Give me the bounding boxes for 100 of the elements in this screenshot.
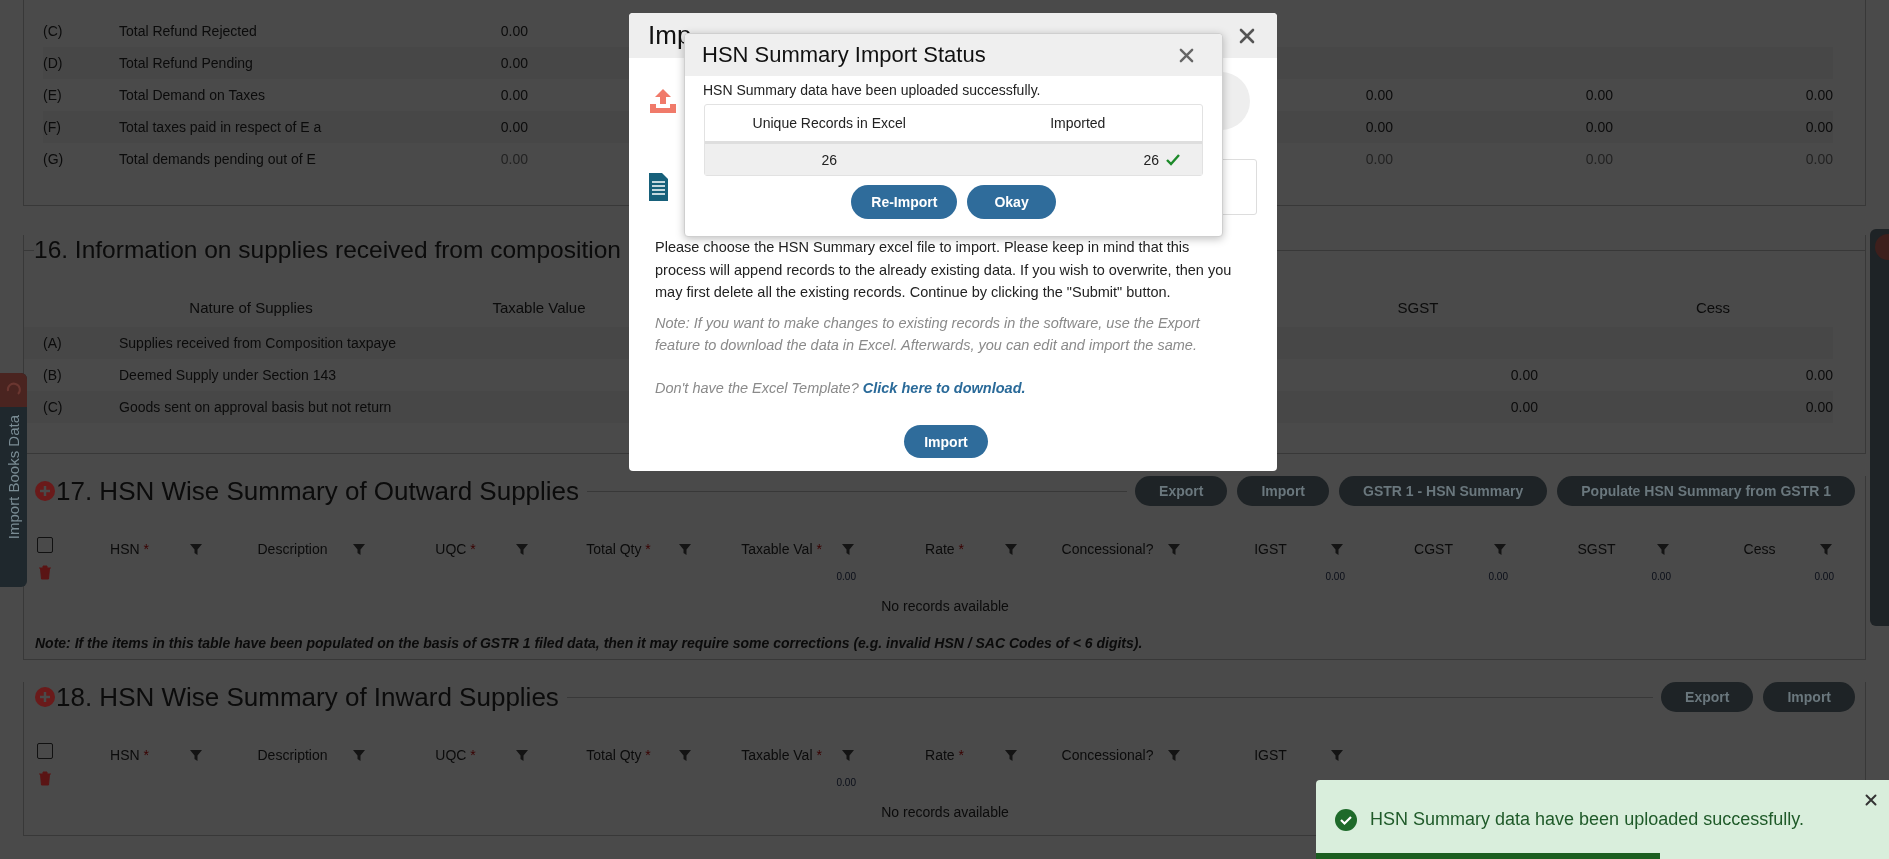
amount-cell-text: 0.00 [499, 23, 528, 39]
column-header[interactable]: Concessional? [1047, 747, 1210, 763]
row-description: Total Refund Pending [119, 55, 254, 71]
column-header: Taxable Value [491, 298, 587, 316]
column-total: 0.00 [1813, 570, 1835, 582]
section-title: 17. HSN Wise Summary of Outward Supplies [56, 475, 580, 507]
add-icon[interactable] [35, 687, 55, 707]
filter-icon[interactable] [1331, 543, 1343, 555]
column-header[interactable]: Rate * [884, 747, 1047, 763]
trash-icon[interactable] [38, 770, 52, 786]
toolbar-button[interactable]: Import [1763, 682, 1855, 712]
column-header[interactable]: CGST [1373, 541, 1536, 557]
status-message: HSN Summary data have been uploaded successfully. [702, 81, 1042, 98]
close-icon[interactable] [1239, 27, 1255, 44]
row-code: (E) [43, 87, 63, 103]
row-description: Supplies received from Composition taxpaye [119, 335, 398, 351]
dialog-button[interactable]: Re-Import [851, 185, 958, 219]
column-total: 0.00 [1487, 570, 1509, 582]
toolbar-button[interactable]: Export [1661, 682, 1754, 712]
import-button[interactable]: Import [904, 425, 988, 458]
column-total: 0.00 [835, 776, 857, 788]
column-header[interactable]: IGST [1210, 541, 1373, 557]
column-header[interactable]: Total Qty * [558, 541, 721, 557]
column-header[interactable]: UQC * [395, 541, 558, 557]
filter-icon[interactable] [190, 749, 202, 761]
toolbar-button[interactable]: GSTR 1 - HSN Summary [1339, 476, 1548, 506]
filter-icon[interactable] [1005, 543, 1017, 555]
amount-cell-text: 0.00 [1509, 367, 1538, 383]
filter-icon[interactable] [1005, 749, 1017, 761]
filter-icon[interactable] [679, 543, 691, 555]
toolbar-button[interactable]: Import [1237, 476, 1329, 506]
filter-icon[interactable] [1657, 543, 1669, 555]
column-header: Imported [1049, 115, 1107, 131]
toast-message: HSN Summary data have been uploaded successfully. [1370, 809, 1804, 830]
row-description: Total Refund Rejected [119, 23, 258, 39]
trash-icon[interactable] [38, 564, 52, 580]
table-cell-text: 26 [820, 151, 839, 168]
column-header[interactable]: Taxable Val * [721, 541, 884, 557]
column-header[interactable]: HSN * [69, 541, 232, 557]
column-header[interactable]: Cess [1699, 541, 1862, 557]
amount-cell-text: 0.00 [1584, 87, 1613, 103]
amount-cell-text: 0.00 [1804, 119, 1833, 135]
filter-icon[interactable] [1168, 543, 1180, 555]
filter-icon[interactable] [1820, 543, 1832, 555]
column-header[interactable]: Description [232, 541, 395, 557]
filter-icon[interactable] [516, 749, 528, 761]
filter-icon[interactable] [190, 543, 202, 555]
close-icon[interactable] [1179, 47, 1194, 63]
column-header[interactable]: Total Qty * [558, 747, 721, 763]
column-header[interactable]: Concessional? [1047, 541, 1210, 557]
amount-cell-text: 0.00 [499, 119, 528, 135]
filter-icon[interactable] [516, 543, 528, 555]
dialog-button[interactable]: Okay [967, 185, 1056, 219]
upload-icon[interactable] [649, 88, 677, 114]
filter-icon[interactable] [842, 749, 854, 761]
filter-icon[interactable] [353, 749, 365, 761]
amount-cell-text: 0.00 [499, 55, 528, 71]
column-header[interactable]: Rate * [884, 541, 1047, 557]
column-header: Nature of Supplies [188, 298, 314, 316]
column-total: 0.00 [835, 570, 857, 582]
select-all-checkbox[interactable] [37, 742, 53, 759]
add-icon[interactable] [35, 481, 55, 501]
amount-cell-text: 0.00 [1804, 367, 1833, 383]
column-header[interactable]: SGST [1536, 541, 1699, 557]
download-link[interactable]: Click here to download. [862, 379, 1026, 396]
template-prompt: Don't have the Excel Template? [655, 379, 859, 396]
row-code: (B) [43, 367, 63, 383]
amount-cell-text: 0.00 [1364, 87, 1393, 103]
column-header[interactable]: Description [232, 747, 395, 763]
column-header[interactable]: Taxable Val * [721, 747, 884, 763]
filter-icon[interactable] [842, 543, 854, 555]
amount-cell-text: 0.00 [499, 87, 528, 103]
row-code: (C) [43, 23, 64, 39]
column-header[interactable]: IGST [1210, 747, 1373, 763]
dialog-title: HSN Summary Import Status [702, 42, 986, 68]
column-header[interactable]: HSN * [69, 747, 232, 763]
row-description: Total demands pending out of E [119, 151, 317, 167]
row-code: (F) [43, 119, 62, 135]
row-description: Total Demand on Taxes [119, 87, 267, 103]
column-total: 0.00 [1324, 570, 1346, 582]
column-total: 0.00 [1650, 570, 1672, 582]
filter-icon[interactable] [1331, 749, 1343, 761]
empty-message: No records available [881, 598, 1009, 614]
toolbar-button[interactable]: Export [1135, 476, 1228, 506]
document-icon [649, 173, 668, 201]
row-code: (C) [43, 399, 64, 415]
close-icon[interactable] [1865, 794, 1877, 806]
filter-icon[interactable] [1494, 543, 1506, 555]
amount-cell-text: 0.00 [1804, 399, 1833, 415]
filter-icon[interactable] [1168, 749, 1180, 761]
empty-message: No records available [881, 804, 1009, 820]
filter-icon[interactable] [353, 543, 365, 555]
row-description: Total taxes paid in respect of E a [119, 119, 323, 135]
toolbar-button[interactable]: Populate HSN Summary from GSTR 1 [1557, 476, 1855, 506]
row-description: Deemed Supply under Section 143 [119, 367, 338, 383]
filter-icon[interactable] [679, 749, 691, 761]
column-header[interactable]: UQC * [395, 747, 558, 763]
column-header: Cess [1694, 298, 1732, 316]
select-all-checkbox[interactable] [37, 536, 53, 553]
amount-cell-text: 0.00 [1584, 119, 1613, 135]
